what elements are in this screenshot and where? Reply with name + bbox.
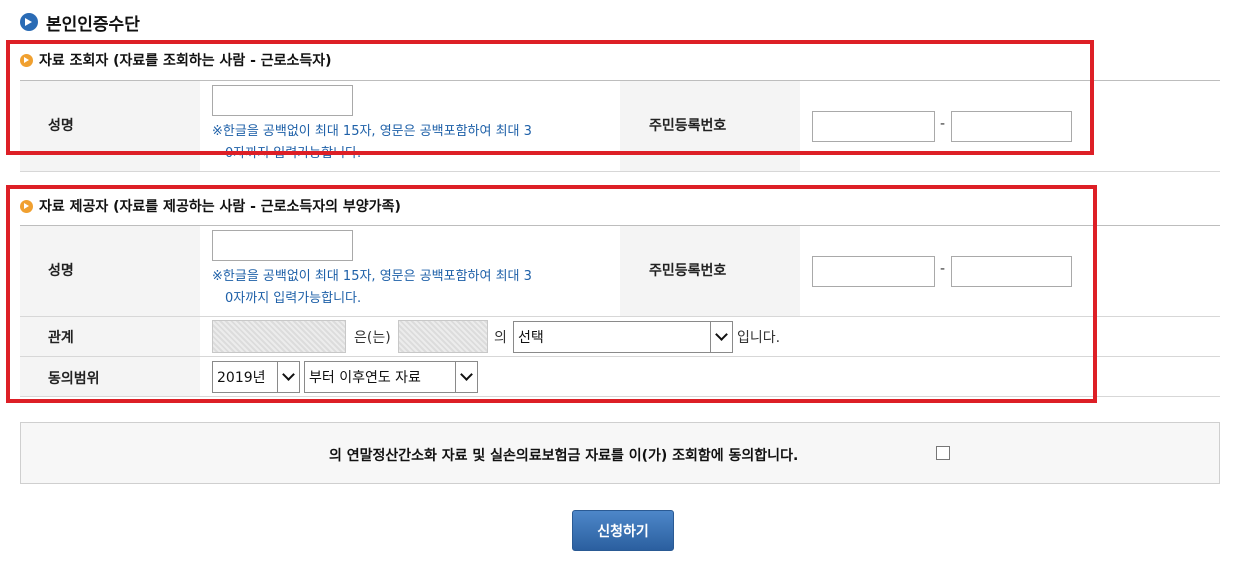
page-title-text: 본인인증수단 (46, 14, 140, 35)
consent-checkbox[interactable] (936, 446, 950, 460)
highlight-box-viewer (6, 40, 1094, 155)
highlight-box-provider (6, 185, 1097, 403)
consent-box: 의 연말정산간소화 자료 및 실손의료보험금 자료를 이(가) 조회함에 동의합… (20, 422, 1220, 484)
consent-text: 의 연말정산간소화 자료 및 실손의료보험금 자료를 이(가) 조회함에 동의합… (329, 448, 799, 464)
arrow-circle-icon (20, 13, 38, 31)
submit-button[interactable]: 신청하기 (572, 510, 674, 551)
page-title: 본인인증수단 (20, 10, 140, 35)
divider (20, 171, 1220, 172)
